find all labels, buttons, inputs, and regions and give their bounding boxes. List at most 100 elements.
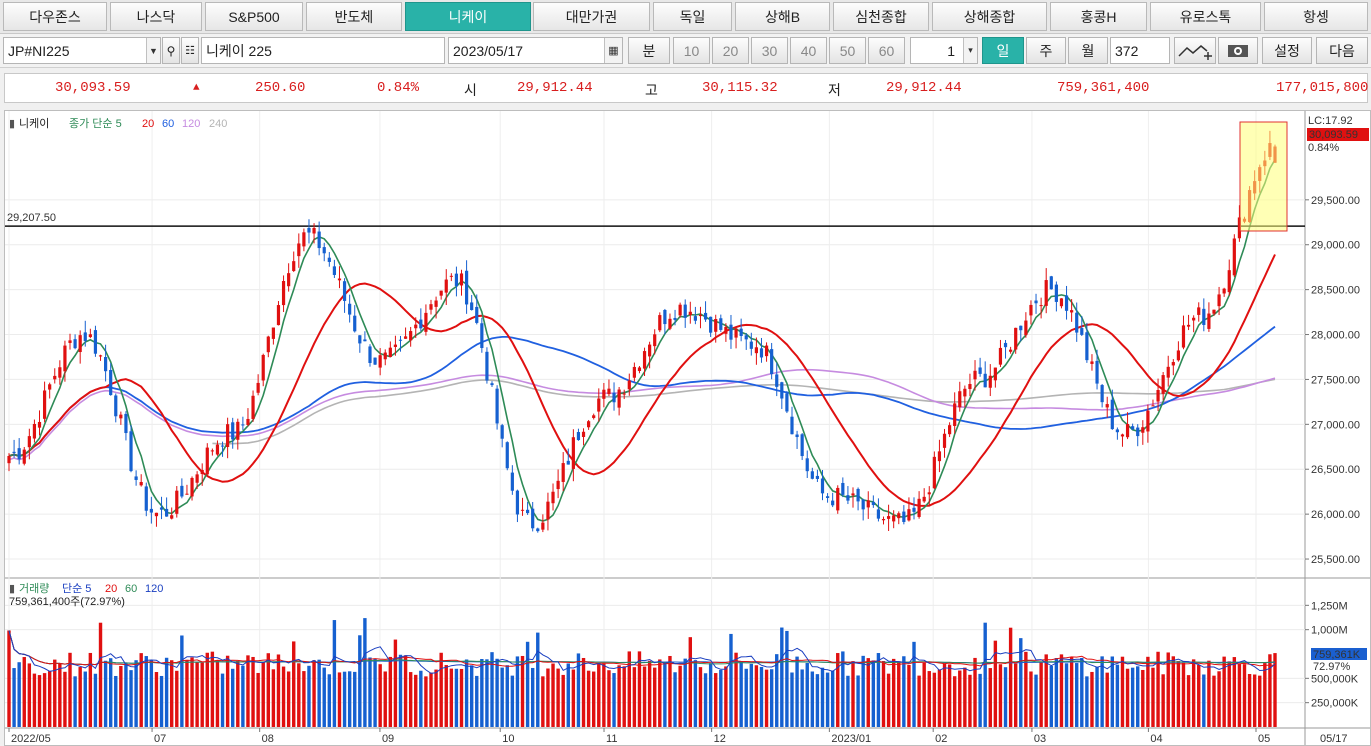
minute-button[interactable]: 분: [628, 37, 670, 64]
interval-button-50[interactable]: 50: [829, 37, 866, 64]
search-icon[interactable]: ⚲: [162, 37, 180, 64]
price-volume-chart[interactable]: 29,500.00 29,000.00 28,500.00 28,000.00 27,5…: [5, 111, 1370, 745]
count-input[interactable]: 372: [1110, 37, 1170, 64]
candle-body: [963, 388, 967, 397]
candle-body: [749, 341, 753, 349]
chart-background: [5, 111, 1370, 745]
tab-11[interactable]: 유로스톡: [1150, 2, 1261, 31]
tab-5[interactable]: 대만가권: [533, 2, 650, 31]
tab-9[interactable]: 상해종합: [932, 2, 1047, 31]
candle-body: [866, 500, 870, 508]
candle-body: [58, 367, 62, 378]
candle-body: [1227, 270, 1231, 293]
candle-body: [917, 498, 921, 517]
volume-bar: [556, 668, 560, 727]
candle-body: [607, 388, 611, 395]
candle-body: [1095, 360, 1099, 384]
volume-bar: [368, 657, 372, 727]
tab-1[interactable]: 나스닥: [110, 2, 202, 31]
interval-button-40[interactable]: 40: [790, 37, 827, 64]
next-button[interactable]: 다음: [1316, 37, 1368, 64]
volume-bar: [1064, 663, 1069, 727]
volume-bar: [658, 659, 662, 727]
volume-bar: [922, 662, 926, 727]
candle-body: [1212, 309, 1216, 314]
candle-body: [383, 352, 387, 360]
candle-body: [114, 395, 118, 417]
candle-body: [627, 380, 631, 390]
volume-bar: [159, 675, 164, 727]
volume-bar: [866, 658, 870, 727]
chart-panel[interactable]: 29,500.00 29,000.00 28,500.00 28,000.00 27,5…: [4, 110, 1371, 746]
volume-bar: [1034, 674, 1038, 727]
candle-body: [53, 375, 57, 380]
volume-bar: [693, 660, 698, 727]
candle-body: [175, 490, 179, 514]
volume-bar: [1069, 657, 1074, 727]
volume-bar: [891, 658, 896, 727]
interval-button-10[interactable]: 10: [673, 37, 710, 64]
volume-bar: [510, 675, 515, 727]
volume-bar: [231, 668, 235, 727]
tab-2[interactable]: S&P500: [205, 2, 303, 31]
candle-body: [1202, 308, 1206, 325]
settings-button[interactable]: 설정: [1262, 37, 1312, 64]
candle-body: [907, 509, 911, 521]
candle-body: [592, 415, 596, 418]
volume-bar: [429, 672, 433, 727]
volume-bar: [1029, 671, 1033, 727]
candle-body: [693, 316, 697, 321]
volume-bar: [1008, 627, 1013, 727]
volume-bar: [968, 674, 972, 727]
candle-body: [459, 273, 464, 286]
volume-bar: [480, 659, 484, 727]
volume-legend-marker: ▮: [9, 583, 15, 595]
period-dropdown-icon[interactable]: ▾: [963, 38, 977, 63]
tab-0[interactable]: 다우존스: [3, 2, 107, 31]
volume-tick-label: 1,000M: [1311, 625, 1348, 637]
candle-body: [500, 425, 504, 439]
candle-body: [881, 519, 886, 521]
legend-name: 니케이: [19, 117, 49, 130]
period-select[interactable]: 1 ▾: [910, 37, 978, 64]
interval-button-60[interactable]: 60: [868, 37, 905, 64]
candle-body: [678, 304, 682, 316]
candle-body: [271, 327, 275, 339]
day-button[interactable]: 일: [982, 37, 1024, 64]
volume-bar: [815, 674, 820, 727]
tab-8[interactable]: 심천종합: [833, 2, 929, 31]
week-button[interactable]: 주: [1026, 37, 1066, 64]
tab-7[interactable]: 상해B: [735, 2, 830, 31]
candle-body: [104, 357, 108, 372]
interval-button-30[interactable]: 30: [751, 37, 788, 64]
tab-4[interactable]: 니케이: [405, 2, 531, 31]
interval-button-20[interactable]: 20: [712, 37, 749, 64]
lookup-icon[interactable]: ☷: [181, 37, 199, 64]
volume-bar: [790, 672, 794, 727]
calendar-icon[interactable]: ▦: [604, 38, 622, 63]
volume-bar: [342, 671, 347, 727]
tab-6[interactable]: 독일: [653, 2, 732, 31]
volume-bar: [856, 675, 860, 727]
drawing-tools-icon[interactable]: [1174, 37, 1216, 64]
candle-body: [790, 416, 794, 435]
tab-10[interactable]: 홍콩H: [1050, 2, 1147, 31]
date-input[interactable]: 2023/05/17 ▦: [448, 37, 623, 64]
symbol-dropdown-icon[interactable]: ▼: [146, 38, 160, 63]
volume-bar: [1115, 664, 1120, 727]
volume-bar: [886, 673, 891, 727]
symbol-input[interactable]: JP#NI225 ▼: [3, 37, 161, 64]
candle-body: [98, 355, 103, 357]
market-tab-bar: 다우존스 나스닥 S&P500 반도체 니케이 대만가권 독일 상해B 심천종합 상해종합 홍콩H 유…: [0, 0, 1371, 34]
tab-3[interactable]: 반도체: [306, 2, 402, 31]
volume-bar: [825, 672, 830, 727]
tab-12[interactable]: 항셍: [1264, 2, 1368, 31]
volume-bar: [724, 666, 728, 727]
month-button[interactable]: 월: [1068, 37, 1108, 64]
candle-body: [846, 495, 850, 501]
volume-bar: [1080, 657, 1084, 727]
candle-body: [520, 509, 525, 511]
volume-bar: [952, 676, 957, 727]
gear-icon[interactable]: [1218, 37, 1258, 64]
volume-bar: [180, 635, 184, 727]
